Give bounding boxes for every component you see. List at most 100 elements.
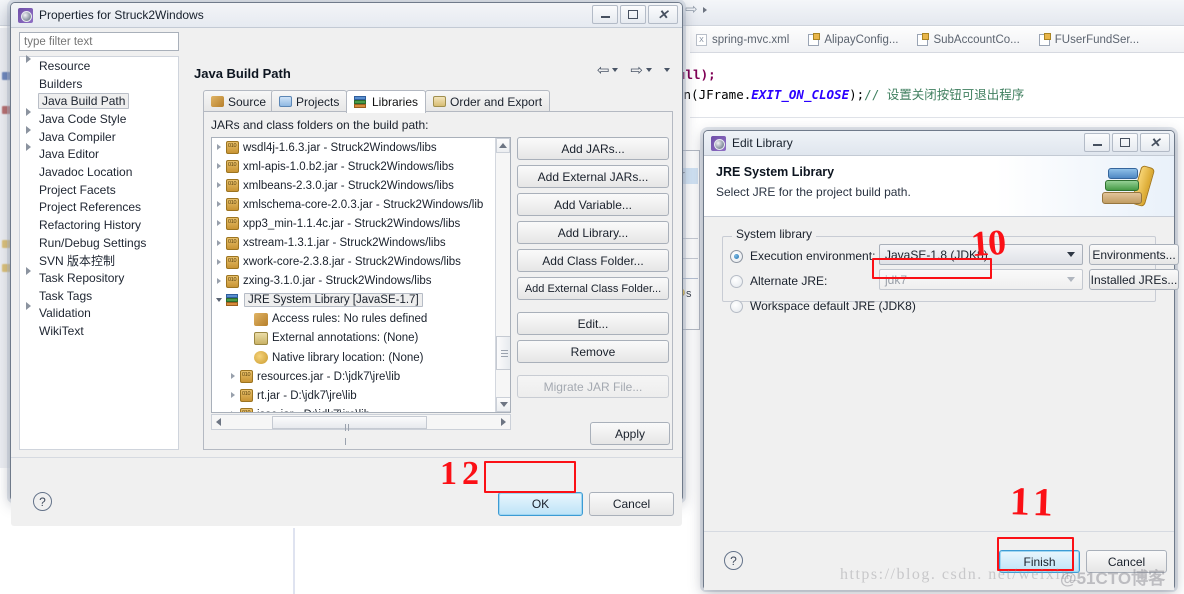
maximize-button[interactable] xyxy=(1112,133,1138,152)
filter-input[interactable] xyxy=(19,32,179,51)
add-class-folder-button[interactable]: Add Class Folder... xyxy=(517,249,669,272)
add-library-button[interactable]: Add Library... xyxy=(517,221,669,244)
jar-list-item-access-rules[interactable]: Access rules: No rules defined xyxy=(212,310,510,329)
editor-tab-spring-mvc[interactable]: X spring-mvc.xml xyxy=(690,28,802,52)
back-dropdown-icon[interactable] xyxy=(612,68,619,72)
forward-arrow-icon[interactable]: ⇨ xyxy=(630,61,643,79)
tree-item-task-repository[interactable]: Task Repository xyxy=(20,269,178,287)
expand-arrow-icon[interactable] xyxy=(231,373,235,380)
code-editor-area[interactable]: ull); on(JFrame.EXIT_ON_CLOSE);// 设置关闭按钮… xyxy=(676,53,1184,113)
scrollbar-thumb[interactable] xyxy=(272,416,427,445)
scroll-down-button[interactable] xyxy=(496,397,510,412)
jar-list-item[interactable]: xmlschema-core-2.0.3.jar - Struck2Window… xyxy=(212,195,510,214)
edit-library-titlebar[interactable]: Edit Library ✕ xyxy=(704,131,1174,156)
remove-button[interactable]: Remove xyxy=(517,340,669,363)
collapse-arrow-icon[interactable] xyxy=(216,298,222,303)
tree-item-java-editor[interactable]: Java Editor xyxy=(20,145,178,163)
expand-arrow-icon[interactable] xyxy=(217,239,221,246)
tree-item-project-references[interactable]: Project References xyxy=(20,199,178,217)
jar-list-item-native-library[interactable]: Native library location: (None) xyxy=(212,348,510,367)
scrollbar-thumb[interactable] xyxy=(496,336,510,370)
forward-dropdown-icon[interactable] xyxy=(646,68,652,72)
execution-environment-radio-row[interactable]: Execution environment: xyxy=(730,249,875,263)
jar-list-item[interactable]: xstream-1.3.1.jar - Struck2Windows/libs xyxy=(212,233,510,252)
back-arrow-icon[interactable]: ⇦ xyxy=(597,61,610,79)
add-external-jars-button[interactable]: Add External JARs... xyxy=(517,165,669,188)
jar-list-item-rt-jar[interactable]: rt.jar - D:\jdk7\jre\lib xyxy=(212,386,510,405)
scroll-left-button[interactable] xyxy=(216,418,221,426)
jar-list-item[interactable]: xmlbeans-2.3.0.jar - Struck2Windows/libs xyxy=(212,176,510,195)
tree-item-javadoc-location[interactable]: Javadoc Location xyxy=(20,163,178,181)
scroll-right-button[interactable] xyxy=(501,418,506,426)
jar-list-item-resources-jar[interactable]: resources.jar - D:\jdk7\jre\lib xyxy=(212,367,510,386)
expand-arrow-icon[interactable] xyxy=(217,201,221,208)
page-menu-icon[interactable] xyxy=(664,68,670,72)
jars-list-horizontal-scrollbar[interactable] xyxy=(211,414,511,445)
expand-arrow-icon[interactable] xyxy=(217,182,221,189)
expand-arrow-icon[interactable] xyxy=(26,55,31,77)
expand-arrow-icon[interactable] xyxy=(26,143,31,165)
forward-arrow-icon[interactable]: ⇨ xyxy=(685,2,698,17)
expand-arrow-icon[interactable] xyxy=(217,258,221,265)
expand-arrow-icon[interactable] xyxy=(231,392,235,399)
tree-item-refactoring-history[interactable]: Refactoring History xyxy=(20,216,178,234)
properties-dialog-titlebar[interactable]: Properties for Struck2Windows ✕ xyxy=(11,3,682,28)
jars-list-vertical-scrollbar[interactable] xyxy=(495,138,510,412)
chevron-down-icon[interactable] xyxy=(1067,252,1075,257)
editor-tab-subaccountco[interactable]: SubAccountCo... xyxy=(911,28,1032,52)
ok-button[interactable]: OK xyxy=(498,492,583,516)
tree-item-java-build-path[interactable]: Java Build Path xyxy=(20,92,178,110)
tree-item-resource[interactable]: Resource xyxy=(20,57,178,75)
environments-button[interactable]: Environments... xyxy=(1089,244,1179,265)
add-external-class-folder-button[interactable]: Add External Class Folder... xyxy=(517,277,669,300)
editor-tab-alipayconfig[interactable]: AlipayConfig... xyxy=(802,28,911,52)
radio-alternate-jre[interactable] xyxy=(730,274,743,288)
tab-order-and-export[interactable]: Order and Export xyxy=(425,90,551,112)
jar-list-item[interactable]: xpp3_min-1.1.4c.jar - Struck2Windows/lib… xyxy=(212,214,510,233)
tab-libraries[interactable]: Libraries xyxy=(346,90,427,113)
jars-list[interactable]: wsdl4j-1.6.3.jar - Struck2Windows/libs x… xyxy=(211,137,511,413)
tree-item-run-debug-settings[interactable]: Run/Debug Settings xyxy=(20,234,178,252)
installed-jres-button[interactable]: Installed JREs... xyxy=(1089,269,1179,290)
workspace-default-jre-radio-row[interactable]: Workspace default JRE (JDK8) xyxy=(730,299,916,313)
maximize-button[interactable] xyxy=(620,5,646,24)
jar-list-item-jsse-jar[interactable]: jsse.jar - D:\jdk7\jre\lib xyxy=(212,405,510,412)
expand-arrow-icon[interactable] xyxy=(217,277,221,284)
minimize-button[interactable] xyxy=(592,5,618,24)
radio-workspace-default-jre[interactable] xyxy=(730,299,743,313)
tree-item-svn[interactable]: SVN 版本控制 xyxy=(20,252,178,270)
tree-item-java-code-style[interactable]: Java Code Style xyxy=(20,110,178,128)
edit-button[interactable]: Edit... xyxy=(517,312,669,335)
jar-list-item-external-annotations[interactable]: External annotations: (None) xyxy=(212,329,510,348)
execution-environment-combo[interactable]: JavaSE-1.8 (JDK8) xyxy=(879,244,1083,265)
jar-list-item-jre-system-library[interactable]: JRE System Library [JavaSE-1.7] xyxy=(212,291,510,310)
expand-arrow-icon[interactable] xyxy=(217,163,221,170)
expand-arrow-icon[interactable] xyxy=(26,267,31,289)
settings-tree[interactable]: Resource Builders Java Build Path Java C… xyxy=(19,56,179,450)
jar-list-item[interactable]: xwork-core-2.3.8.jar - Struck2Windows/li… xyxy=(212,253,510,272)
cancel-button[interactable]: Cancel xyxy=(589,492,674,516)
radio-execution-environment[interactable] xyxy=(730,249,743,263)
expand-arrow-icon[interactable] xyxy=(217,144,221,151)
tab-projects[interactable]: Projects xyxy=(271,90,348,112)
tree-item-builders[interactable]: Builders xyxy=(20,75,178,93)
editor-tab-fuserfundser[interactable]: FUserFundSer... xyxy=(1033,28,1152,52)
tab-source[interactable]: Source xyxy=(203,90,275,112)
expand-arrow-icon[interactable] xyxy=(217,220,221,227)
tree-item-project-facets[interactable]: Project Facets xyxy=(20,181,178,199)
add-variable-button[interactable]: Add Variable... xyxy=(517,193,669,216)
add-jars-button[interactable]: Add JARs... xyxy=(517,137,669,160)
jar-list-item[interactable]: wsdl4j-1.6.3.jar - Struck2Windows/libs xyxy=(212,138,510,157)
tree-item-task-tags[interactable]: Task Tags xyxy=(20,287,178,305)
minimize-button[interactable] xyxy=(1084,133,1110,152)
jar-list-item[interactable]: xml-apis-1.0.b2.jar - Struck2Windows/lib… xyxy=(212,157,510,176)
close-button[interactable]: ✕ xyxy=(648,5,678,24)
jar-list-item[interactable]: zxing-3.1.0.jar - Struck2Windows/libs xyxy=(212,272,510,291)
apply-button[interactable]: Apply xyxy=(590,422,670,445)
help-icon[interactable]: ? xyxy=(724,551,743,570)
tree-item-wikitext[interactable]: WikiText xyxy=(20,322,178,340)
alternate-jre-radio-row[interactable]: Alternate JRE: xyxy=(730,274,827,288)
scroll-up-button[interactable] xyxy=(496,138,510,153)
close-button[interactable]: ✕ xyxy=(1140,133,1170,152)
expand-arrow-icon[interactable] xyxy=(231,411,235,412)
